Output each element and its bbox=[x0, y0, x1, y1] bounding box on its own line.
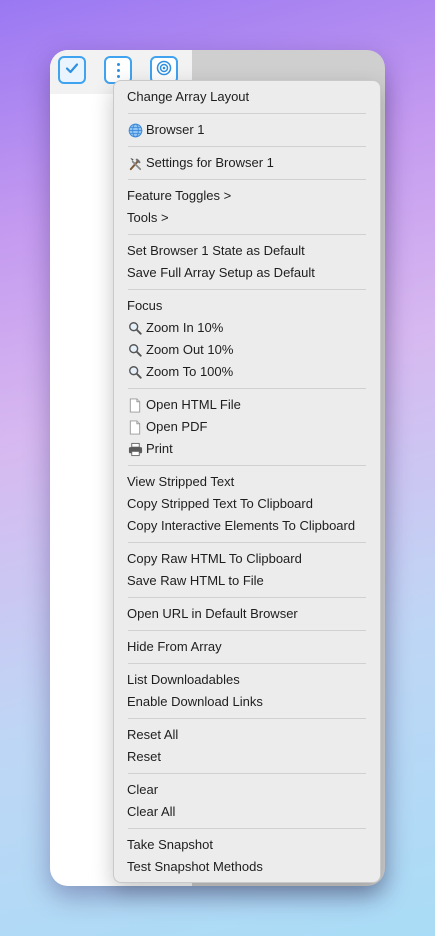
menu-separator bbox=[128, 773, 366, 774]
menu-item-change-array-layout[interactable]: Change Array Layout bbox=[114, 86, 380, 108]
menu-item-open-html-file[interactable]: Open HTML File bbox=[114, 394, 380, 416]
menu-item-label: Zoom Out 10% bbox=[146, 342, 234, 357]
menu-item-label: Open HTML File bbox=[146, 397, 241, 412]
menu-item-browser-1[interactable]: Browser 1 bbox=[114, 119, 380, 141]
menu-item-focus[interactable]: Focus bbox=[114, 295, 380, 317]
magnifier-icon bbox=[127, 364, 143, 380]
context-menu: Change Array Layout Browser 1 Settings f… bbox=[113, 80, 381, 883]
menu-item-reset-all[interactable]: Reset All bbox=[114, 724, 380, 746]
menu-item-label: Reset bbox=[127, 749, 161, 764]
menu-item-clear[interactable]: Clear bbox=[114, 779, 380, 801]
menu-item-enable-download-links[interactable]: Enable Download Links bbox=[114, 691, 380, 713]
menu-item-label: Copy Interactive Elements To Clipboard bbox=[127, 518, 356, 533]
menu-item-label: Enable Download Links bbox=[127, 694, 263, 709]
menu-item-label: Save Raw HTML to File bbox=[127, 573, 264, 588]
menu-item-label: Copy Raw HTML To Clipboard bbox=[127, 551, 302, 566]
menu-item-open-url-default-browser[interactable]: Open URL in Default Browser bbox=[114, 603, 380, 625]
tools-icon bbox=[127, 155, 143, 171]
menu-separator bbox=[128, 630, 366, 631]
menu-item-zoom-in[interactable]: Zoom In 10% bbox=[114, 317, 380, 339]
menu-item-label: Test Snapshot Methods bbox=[127, 859, 263, 874]
magnifier-icon bbox=[127, 342, 143, 358]
menu-item-save-setup-default[interactable]: Save Full Array Setup as Default bbox=[114, 262, 380, 284]
menu-item-copy-raw-html[interactable]: Copy Raw HTML To Clipboard bbox=[114, 548, 380, 570]
menu-separator bbox=[128, 718, 366, 719]
menu-item-label: Clear bbox=[127, 782, 159, 797]
magnifier-icon bbox=[127, 320, 143, 336]
menu-item-label: Focus bbox=[127, 298, 163, 313]
menu-separator bbox=[128, 542, 366, 543]
menu-item-label: Copy Stripped Text To Clipboard bbox=[127, 496, 313, 511]
menu-item-settings-browser-1[interactable]: Settings for Browser 1 bbox=[114, 152, 380, 174]
globe-icon bbox=[127, 122, 143, 138]
menu-separator bbox=[128, 597, 366, 598]
menu-item-feature-toggles[interactable]: Feature Toggles > bbox=[114, 185, 380, 207]
menu-item-take-snapshot[interactable]: Take Snapshot bbox=[114, 834, 380, 856]
menu-item-set-state-default[interactable]: Set Browser 1 State as Default bbox=[114, 240, 380, 262]
menu-item-copy-interactive-elements[interactable]: Copy Interactive Elements To Clipboard bbox=[114, 515, 380, 537]
menu-item-clear-all[interactable]: Clear All bbox=[114, 801, 380, 823]
menu-item-list-downloadables[interactable]: List Downloadables bbox=[114, 669, 380, 691]
menu-item-label: Tools > bbox=[127, 210, 169, 225]
vertical-dots-icon bbox=[116, 62, 120, 78]
menu-item-label: Reset All bbox=[127, 727, 179, 742]
menu-separator bbox=[128, 465, 366, 466]
menu-separator bbox=[128, 388, 366, 389]
document-icon bbox=[127, 419, 143, 435]
menu-item-label: List Downloadables bbox=[127, 672, 240, 687]
menu-item-label: Zoom In 10% bbox=[146, 320, 224, 335]
menu-separator bbox=[128, 289, 366, 290]
menu-item-label: Browser 1 bbox=[146, 122, 205, 137]
menu-item-label: Open PDF bbox=[146, 419, 208, 434]
target-icon bbox=[156, 60, 172, 81]
menu-separator bbox=[128, 179, 366, 180]
menu-item-print[interactable]: Print bbox=[114, 438, 380, 460]
menu-item-save-raw-html[interactable]: Save Raw HTML to File bbox=[114, 570, 380, 592]
menu-item-label: Print bbox=[146, 441, 173, 456]
menu-separator bbox=[128, 828, 366, 829]
menu-item-label: Hide From Array bbox=[127, 639, 222, 654]
menu-item-view-stripped-text[interactable]: View Stripped Text bbox=[114, 471, 380, 493]
document-icon bbox=[127, 397, 143, 413]
menu-item-label: View Stripped Text bbox=[127, 474, 235, 489]
menu-separator bbox=[128, 146, 366, 147]
menu-item-zoom-to[interactable]: Zoom To 100% bbox=[114, 361, 380, 383]
menu-separator bbox=[128, 113, 366, 114]
menu-item-label: Open URL in Default Browser bbox=[127, 606, 298, 621]
menu-item-hide-from-array[interactable]: Hide From Array bbox=[114, 636, 380, 658]
menu-item-tools[interactable]: Tools > bbox=[114, 207, 380, 229]
menu-item-label: Set Browser 1 State as Default bbox=[127, 243, 305, 258]
select-checkbox-button[interactable] bbox=[58, 56, 86, 84]
menu-item-label: Save Full Array Setup as Default bbox=[127, 265, 315, 280]
menu-item-label: Zoom To 100% bbox=[146, 364, 234, 379]
menu-item-copy-stripped-text[interactable]: Copy Stripped Text To Clipboard bbox=[114, 493, 380, 515]
menu-item-test-snapshot-methods[interactable]: Test Snapshot Methods bbox=[114, 856, 380, 878]
menu-item-label: Change Array Layout bbox=[127, 89, 250, 104]
printer-icon bbox=[127, 441, 143, 457]
menu-item-label: Clear All bbox=[127, 804, 176, 819]
menu-item-zoom-out[interactable]: Zoom Out 10% bbox=[114, 339, 380, 361]
checkmark-icon bbox=[65, 61, 79, 80]
menu-item-label: Take Snapshot bbox=[127, 837, 214, 852]
menu-separator bbox=[128, 234, 366, 235]
menu-item-label: Feature Toggles > bbox=[127, 188, 232, 203]
menu-item-reset[interactable]: Reset bbox=[114, 746, 380, 768]
menu-separator bbox=[128, 663, 366, 664]
menu-item-label: Settings for Browser 1 bbox=[146, 155, 274, 170]
menu-item-open-pdf[interactable]: Open PDF bbox=[114, 416, 380, 438]
